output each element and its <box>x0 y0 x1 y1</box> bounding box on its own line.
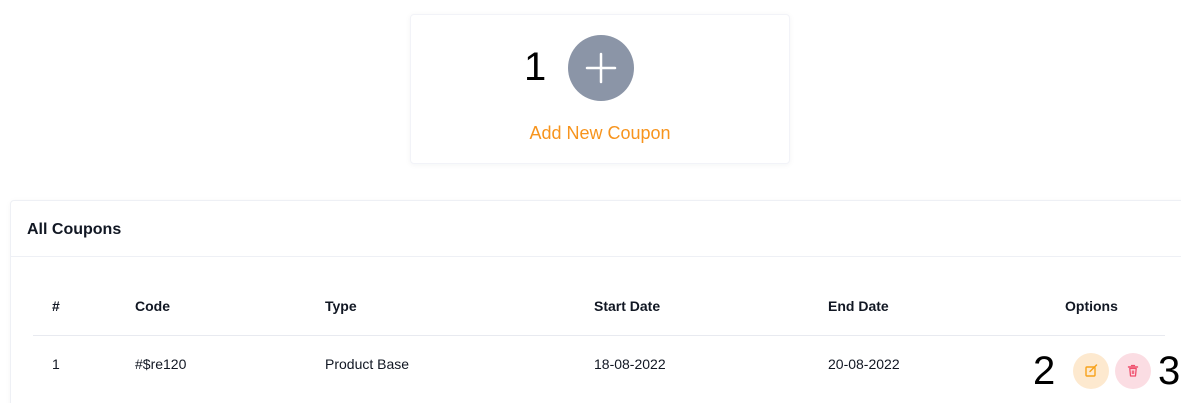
card-title: All Coupons <box>27 221 122 238</box>
table-header-divider <box>33 335 1165 336</box>
column-header-type: Type <box>325 298 357 314</box>
annotation-marker-2: 2 <box>1033 349 1056 393</box>
edit-icon <box>1085 364 1098 377</box>
add-coupon-card[interactable]: 1 Add New Coupon <box>410 14 790 164</box>
cell-end-date: 20-08-2022 <box>828 356 900 372</box>
add-coupon-button[interactable] <box>568 35 634 101</box>
column-header-end-date: End Date <box>828 298 889 314</box>
annotation-marker-1: 1 <box>524 45 547 89</box>
column-header-options: Options <box>1065 298 1118 314</box>
cell-type: Product Base <box>325 356 410 372</box>
coupon-page: 1 Add New Coupon All Coupons # Code Type… <box>0 0 1181 403</box>
column-header-start-date: Start Date <box>594 298 661 314</box>
annotation-marker-3: 3 <box>1158 349 1181 393</box>
delete-coupon-button[interactable] <box>1115 353 1151 389</box>
cell-code: #$re120 <box>135 356 187 372</box>
edit-coupon-button[interactable] <box>1073 353 1109 389</box>
add-new-coupon-link[interactable]: Add New Coupon <box>411 123 789 144</box>
card-header-divider <box>11 256 1181 257</box>
trash-icon <box>1127 364 1139 377</box>
all-coupons-card: All Coupons # Code Type Start Date End D… <box>10 200 1181 403</box>
cell-index: 1 <box>52 356 60 372</box>
column-header-code: Code <box>135 298 170 314</box>
cell-start-date: 18-08-2022 <box>594 356 666 372</box>
column-header-index: # <box>52 298 60 314</box>
plus-icon <box>585 52 617 84</box>
